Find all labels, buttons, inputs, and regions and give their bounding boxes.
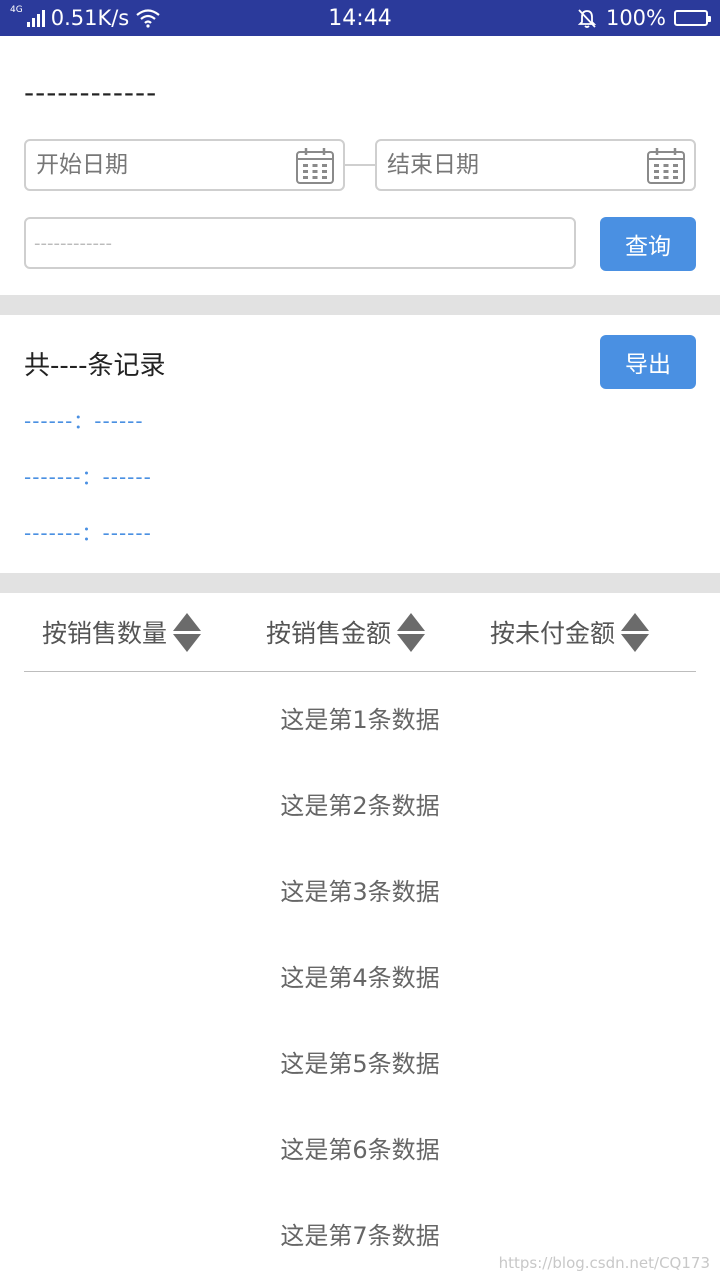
sort-by-sales-quantity[interactable]: 按销售数量 xyxy=(42,593,202,671)
start-date-field[interactable]: 开始日期 xyxy=(24,139,345,191)
summary-line: -------：------ xyxy=(24,465,152,489)
summary-line: ------：------ xyxy=(24,409,144,433)
sort-arrows-icon xyxy=(173,612,202,652)
data-list: 这是第1条数据 这是第2条数据 这是第3条数据 这是第4条数据 这是第5条数据 … xyxy=(0,674,720,1276)
sort-arrows-icon xyxy=(621,612,650,652)
sort-by-sales-amount[interactable]: 按销售金额 xyxy=(266,593,426,671)
sort-bar: 按销售数量 按销售金额 按未付金额 xyxy=(24,593,696,672)
start-date-placeholder: 开始日期 xyxy=(36,152,128,178)
record-count: 共----条记录 xyxy=(24,351,166,381)
status-right: 100% xyxy=(576,0,711,36)
list-item[interactable]: 这是第6条数据 xyxy=(0,1104,720,1190)
sort-label: 按销售数量 xyxy=(42,619,168,648)
battery-percent: 100% xyxy=(605,6,666,30)
calendar-icon[interactable] xyxy=(295,147,335,185)
filter-title: ------------ xyxy=(24,76,158,109)
search-field[interactable] xyxy=(24,217,576,269)
end-date-placeholder: 结束日期 xyxy=(387,152,479,178)
list-item[interactable]: 这是第1条数据 xyxy=(0,674,720,760)
summary-line: -------：------ xyxy=(24,521,152,545)
search-input[interactable] xyxy=(26,219,574,267)
end-date-field[interactable]: 结束日期 xyxy=(375,139,696,191)
bell-mute-icon xyxy=(577,9,597,28)
status-bar: 4G 0.51K/s 14:44 100% xyxy=(0,0,720,36)
sort-label: 按销售金额 xyxy=(266,619,392,648)
date-range-separator xyxy=(344,164,376,166)
calendar-icon[interactable] xyxy=(646,147,686,185)
sort-arrows-icon xyxy=(397,612,426,652)
sort-label: 按未付金额 xyxy=(490,619,616,648)
section-divider xyxy=(0,573,720,593)
list-item[interactable]: 这是第3条数据 xyxy=(0,846,720,932)
list-item[interactable]: 这是第5条数据 xyxy=(0,1018,720,1104)
filter-section: ------------ 开始日期 结束日期 ------------ 查询 xyxy=(0,36,720,295)
watermark: https://blog.csdn.net/CQ173 xyxy=(498,1254,710,1272)
export-button[interactable]: 导出 xyxy=(600,335,696,389)
summary-section: 共----条记录 导出 ------：------ -------：------… xyxy=(0,315,720,573)
list-item[interactable]: 这是第4条数据 xyxy=(0,932,720,1018)
query-button[interactable]: 查询 xyxy=(600,217,696,271)
sort-by-unpaid-amount[interactable]: 按未付金额 xyxy=(490,593,650,671)
section-divider xyxy=(0,295,720,315)
battery-icon xyxy=(674,10,711,26)
list-item[interactable]: 这是第2条数据 xyxy=(0,760,720,846)
